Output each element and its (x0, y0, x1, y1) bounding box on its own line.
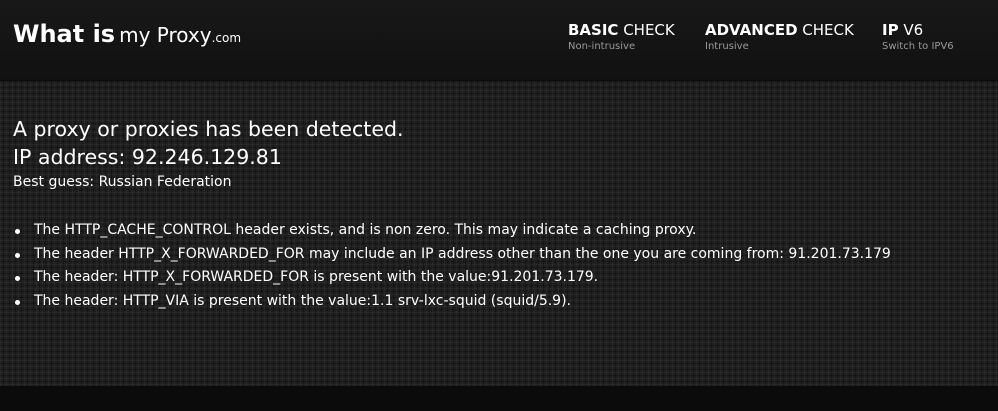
finding-text: The header: HTTP_VIA is present with the… (34, 292, 571, 309)
nav-basic-check[interactable]: BASIC CHECK Non-intrusive (568, 21, 675, 54)
finding-item: The header: HTTP_VIA is present with the… (13, 290, 891, 314)
main-content: A proxy or proxies has been detected. IP… (13, 115, 983, 309)
bullet-icon (15, 252, 20, 258)
finding-item: The header: HTTP_X_FORWARDED_FOR is pres… (13, 266, 891, 290)
nav-ipv6-title: IP V6 (882, 21, 954, 39)
bullet-icon (15, 276, 20, 281)
nav-basic-check-title: BASIC CHECK (568, 21, 675, 39)
nav-basic-check-subtitle: Non-intrusive (568, 41, 636, 52)
nav-advanced-check-title: ADVANCED CHECK (705, 21, 854, 39)
findings-list: The HTTP_CACHE_CONTROL header exists, an… (13, 219, 891, 313)
nav-ipv6-title-bold: IP (882, 21, 899, 39)
finding-item: The header HTTP_X_FORWARDED_FOR may incl… (13, 243, 891, 267)
bullet-icon (15, 299, 20, 305)
nav-ipv6[interactable]: IP V6 Switch to IPV6 (882, 21, 954, 54)
footer-bar (0, 386, 998, 411)
nav-ipv6-title-rest: V6 (898, 21, 924, 39)
logo-name-text: my Proxy (119, 23, 212, 47)
finding-item: The HTTP_CACHE_CONTROL header exists, an… (13, 219, 891, 243)
ip-address-heading: IP address: 92.246.129.81 (13, 145, 282, 169)
bullet-icon (15, 229, 20, 234)
nav-advanced-check-title-rest: CHECK (797, 21, 854, 39)
finding-text: The HTTP_CACHE_CONTROL header exists, an… (34, 222, 697, 238)
logo-domain-text: .com (211, 31, 242, 45)
nav-advanced-check[interactable]: ADVANCED CHECK Intrusive (705, 21, 854, 54)
nav-advanced-check-subtitle: Intrusive (705, 41, 749, 52)
finding-text: The header HTTP_X_FORWARDED_FOR may incl… (34, 245, 891, 262)
finding-text: The header: HTTP_X_FORWARDED_FOR is pres… (34, 269, 599, 285)
nav-advanced-check-title-bold: ADVANCED (705, 21, 798, 39)
proxy-detected-heading: A proxy or proxies has been detected. (13, 117, 404, 141)
site-header: What is my Proxy.com BASIC CHECK Non-intr… (0, 0, 998, 81)
best-guess-text: Best guess: Russian Federation (13, 174, 232, 190)
nav-ipv6-subtitle: Switch to IPV6 (882, 41, 954, 52)
site-logo[interactable]: What is my Proxy.com (13, 20, 241, 48)
nav-basic-check-title-bold: BASIC (568, 21, 619, 39)
logo-bold-text: What is (13, 20, 116, 48)
nav-basic-check-title-rest: CHECK (618, 21, 675, 39)
